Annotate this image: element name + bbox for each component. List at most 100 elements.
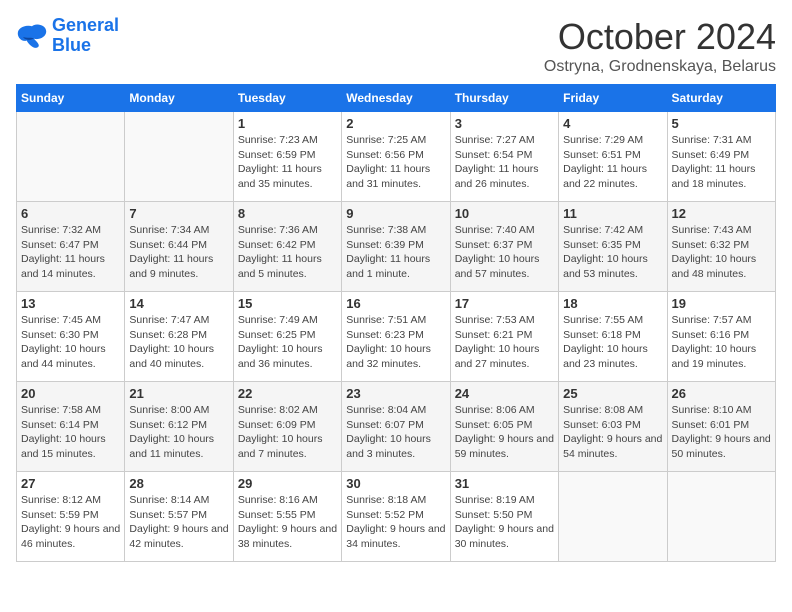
calendar-day-cell: 31Sunrise: 8:19 AM Sunset: 5:50 PM Dayli…	[450, 472, 558, 562]
calendar-day-cell: 21Sunrise: 8:00 AM Sunset: 6:12 PM Dayli…	[125, 382, 233, 472]
logo-text: General Blue	[52, 16, 119, 56]
calendar-day-cell: 24Sunrise: 8:06 AM Sunset: 6:05 PM Dayli…	[450, 382, 558, 472]
calendar-day-cell: 14 Sunrise: 7:47 AM Sunset: 6:28 PM Dayli…	[125, 292, 233, 382]
day-number: 25	[563, 386, 662, 401]
weekday-header-row: SundayMondayTuesdayWednesdayThursdayFrid…	[17, 85, 776, 112]
day-number: 26	[672, 386, 771, 401]
calendar-day-cell: 19Sunrise: 7:57 AM Sunset: 6:16 PM Dayli…	[667, 292, 775, 382]
day-number: 6	[21, 206, 120, 221]
calendar-day-cell	[559, 472, 667, 562]
day-detail: Sunrise: 8:00 AM Sunset: 6:12 PM Dayligh…	[129, 403, 228, 462]
day-number: 16	[346, 296, 445, 311]
day-detail: Sunrise: 7:27 AM Sunset: 6:54 PM Dayligh…	[455, 133, 554, 192]
calendar-day-cell: 27Sunrise: 8:12 AM Sunset: 5:59 PM Dayli…	[17, 472, 125, 562]
weekday-header: Friday	[559, 85, 667, 112]
day-detail: Sunrise: 7:42 AM Sunset: 6:35 PM Dayligh…	[563, 223, 662, 282]
calendar-day-cell: 6 Sunrise: 7:32 AM Sunset: 6:47 PM Daylig…	[17, 202, 125, 292]
calendar-day-cell: 28Sunrise: 8:14 AM Sunset: 5:57 PM Dayli…	[125, 472, 233, 562]
day-detail: Sunrise: 7:34 AM Sunset: 6:44 PM Dayligh…	[129, 223, 228, 282]
day-detail: Sunrise: 7:31 AM Sunset: 6:49 PM Dayligh…	[672, 133, 771, 192]
day-detail: Sunrise: 7:23 AM Sunset: 6:59 PM Dayligh…	[238, 133, 337, 192]
location-subtitle: Ostryna, Grodnenskaya, Belarus	[544, 58, 776, 76]
calendar-table: SundayMondayTuesdayWednesdayThursdayFrid…	[16, 84, 776, 562]
calendar-day-cell: 23 Sunrise: 8:04 AM Sunset: 6:07 PM Dayli…	[342, 382, 450, 472]
day-number: 7	[129, 206, 228, 221]
calendar-week-row: 13 Sunrise: 7:45 AM Sunset: 6:30 PM Dayli…	[17, 292, 776, 382]
calendar-day-cell: 9Sunrise: 7:38 AM Sunset: 6:39 PM Daylig…	[342, 202, 450, 292]
calendar-week-row: 27Sunrise: 8:12 AM Sunset: 5:59 PM Dayli…	[17, 472, 776, 562]
calendar-day-cell: 4Sunrise: 7:29 AM Sunset: 6:51 PM Daylig…	[559, 112, 667, 202]
calendar-week-row: 1 Sunrise: 7:23 AM Sunset: 6:59 PM Daylig…	[17, 112, 776, 202]
calendar-day-cell: 7 Sunrise: 7:34 AM Sunset: 6:44 PM Daylig…	[125, 202, 233, 292]
calendar-day-cell: 2 Sunrise: 7:25 AM Sunset: 6:56 PM Daylig…	[342, 112, 450, 202]
calendar-day-cell: 29 Sunrise: 8:16 AM Sunset: 5:55 PM Dayli…	[233, 472, 341, 562]
day-number: 20	[21, 386, 120, 401]
calendar-day-cell: 25 Sunrise: 8:08 AM Sunset: 6:03 PM Dayli…	[559, 382, 667, 472]
day-number: 23	[346, 386, 445, 401]
day-number: 15	[238, 296, 337, 311]
day-detail: Sunrise: 8:18 AM Sunset: 5:52 PM Dayligh…	[346, 493, 445, 552]
title-section: October 2024 Ostryna, Grodnenskaya, Bela…	[544, 16, 776, 76]
day-detail: Sunrise: 7:55 AM Sunset: 6:18 PM Dayligh…	[563, 313, 662, 372]
logo-icon	[16, 22, 48, 50]
day-detail: Sunrise: 7:36 AM Sunset: 6:42 PM Dayligh…	[238, 223, 337, 282]
day-detail: Sunrise: 7:32 AM Sunset: 6:47 PM Dayligh…	[21, 223, 120, 282]
day-detail: Sunrise: 7:25 AM Sunset: 6:56 PM Dayligh…	[346, 133, 445, 192]
calendar-day-cell: 20 Sunrise: 7:58 AM Sunset: 6:14 PM Dayli…	[17, 382, 125, 472]
calendar-day-cell: 30Sunrise: 8:18 AM Sunset: 5:52 PM Dayli…	[342, 472, 450, 562]
calendar-day-cell: 22 Sunrise: 8:02 AM Sunset: 6:09 PM Dayli…	[233, 382, 341, 472]
weekday-header: Saturday	[667, 85, 775, 112]
day-number: 18	[563, 296, 662, 311]
day-detail: Sunrise: 7:53 AM Sunset: 6:21 PM Dayligh…	[455, 313, 554, 372]
day-number: 13	[21, 296, 120, 311]
day-number: 29	[238, 476, 337, 491]
calendar-day-cell	[667, 472, 775, 562]
day-number: 31	[455, 476, 554, 491]
weekday-header: Thursday	[450, 85, 558, 112]
calendar-day-cell: 5 Sunrise: 7:31 AM Sunset: 6:49 PM Daylig…	[667, 112, 775, 202]
day-number: 8	[238, 206, 337, 221]
month-title: October 2024	[544, 16, 776, 58]
day-number: 2	[346, 116, 445, 131]
day-detail: Sunrise: 7:43 AM Sunset: 6:32 PM Dayligh…	[672, 223, 771, 282]
day-detail: Sunrise: 8:02 AM Sunset: 6:09 PM Dayligh…	[238, 403, 337, 462]
logo: General Blue	[16, 16, 119, 56]
day-number: 24	[455, 386, 554, 401]
day-number: 22	[238, 386, 337, 401]
weekday-header: Tuesday	[233, 85, 341, 112]
calendar-day-cell: 13 Sunrise: 7:45 AM Sunset: 6:30 PM Dayli…	[17, 292, 125, 382]
day-detail: Sunrise: 8:16 AM Sunset: 5:55 PM Dayligh…	[238, 493, 337, 552]
calendar-day-cell: 18 Sunrise: 7:55 AM Sunset: 6:18 PM Dayli…	[559, 292, 667, 382]
day-detail: Sunrise: 8:10 AM Sunset: 6:01 PM Dayligh…	[672, 403, 771, 462]
day-number: 3	[455, 116, 554, 131]
day-number: 1	[238, 116, 337, 131]
calendar-day-cell: 10 Sunrise: 7:40 AM Sunset: 6:37 PM Dayli…	[450, 202, 558, 292]
calendar-day-cell: 11 Sunrise: 7:42 AM Sunset: 6:35 PM Dayli…	[559, 202, 667, 292]
calendar-week-row: 20 Sunrise: 7:58 AM Sunset: 6:14 PM Dayli…	[17, 382, 776, 472]
day-number: 28	[129, 476, 228, 491]
day-number: 11	[563, 206, 662, 221]
day-detail: Sunrise: 7:47 AM Sunset: 6:28 PM Dayligh…	[129, 313, 228, 372]
day-number: 14	[129, 296, 228, 311]
day-detail: Sunrise: 7:57 AM Sunset: 6:16 PM Dayligh…	[672, 313, 771, 372]
calendar-day-cell	[17, 112, 125, 202]
day-number: 10	[455, 206, 554, 221]
weekday-header: Sunday	[17, 85, 125, 112]
day-detail: Sunrise: 8:04 AM Sunset: 6:07 PM Dayligh…	[346, 403, 445, 462]
day-number: 5	[672, 116, 771, 131]
calendar-day-cell: 16Sunrise: 7:51 AM Sunset: 6:23 PM Dayli…	[342, 292, 450, 382]
calendar-week-row: 6 Sunrise: 7:32 AM Sunset: 6:47 PM Daylig…	[17, 202, 776, 292]
day-detail: Sunrise: 7:45 AM Sunset: 6:30 PM Dayligh…	[21, 313, 120, 372]
weekday-header: Monday	[125, 85, 233, 112]
day-detail: Sunrise: 8:08 AM Sunset: 6:03 PM Dayligh…	[563, 403, 662, 462]
day-detail: Sunrise: 7:40 AM Sunset: 6:37 PM Dayligh…	[455, 223, 554, 282]
calendar-day-cell: 3 Sunrise: 7:27 AM Sunset: 6:54 PM Daylig…	[450, 112, 558, 202]
day-number: 4	[563, 116, 662, 131]
day-detail: Sunrise: 8:12 AM Sunset: 5:59 PM Dayligh…	[21, 493, 120, 552]
day-detail: Sunrise: 7:58 AM Sunset: 6:14 PM Dayligh…	[21, 403, 120, 462]
calendar-day-cell	[125, 112, 233, 202]
day-detail: Sunrise: 7:38 AM Sunset: 6:39 PM Dayligh…	[346, 223, 445, 282]
calendar-day-cell: 15 Sunrise: 7:49 AM Sunset: 6:25 PM Dayli…	[233, 292, 341, 382]
day-detail: Sunrise: 7:49 AM Sunset: 6:25 PM Dayligh…	[238, 313, 337, 372]
calendar-day-cell: 8 Sunrise: 7:36 AM Sunset: 6:42 PM Daylig…	[233, 202, 341, 292]
